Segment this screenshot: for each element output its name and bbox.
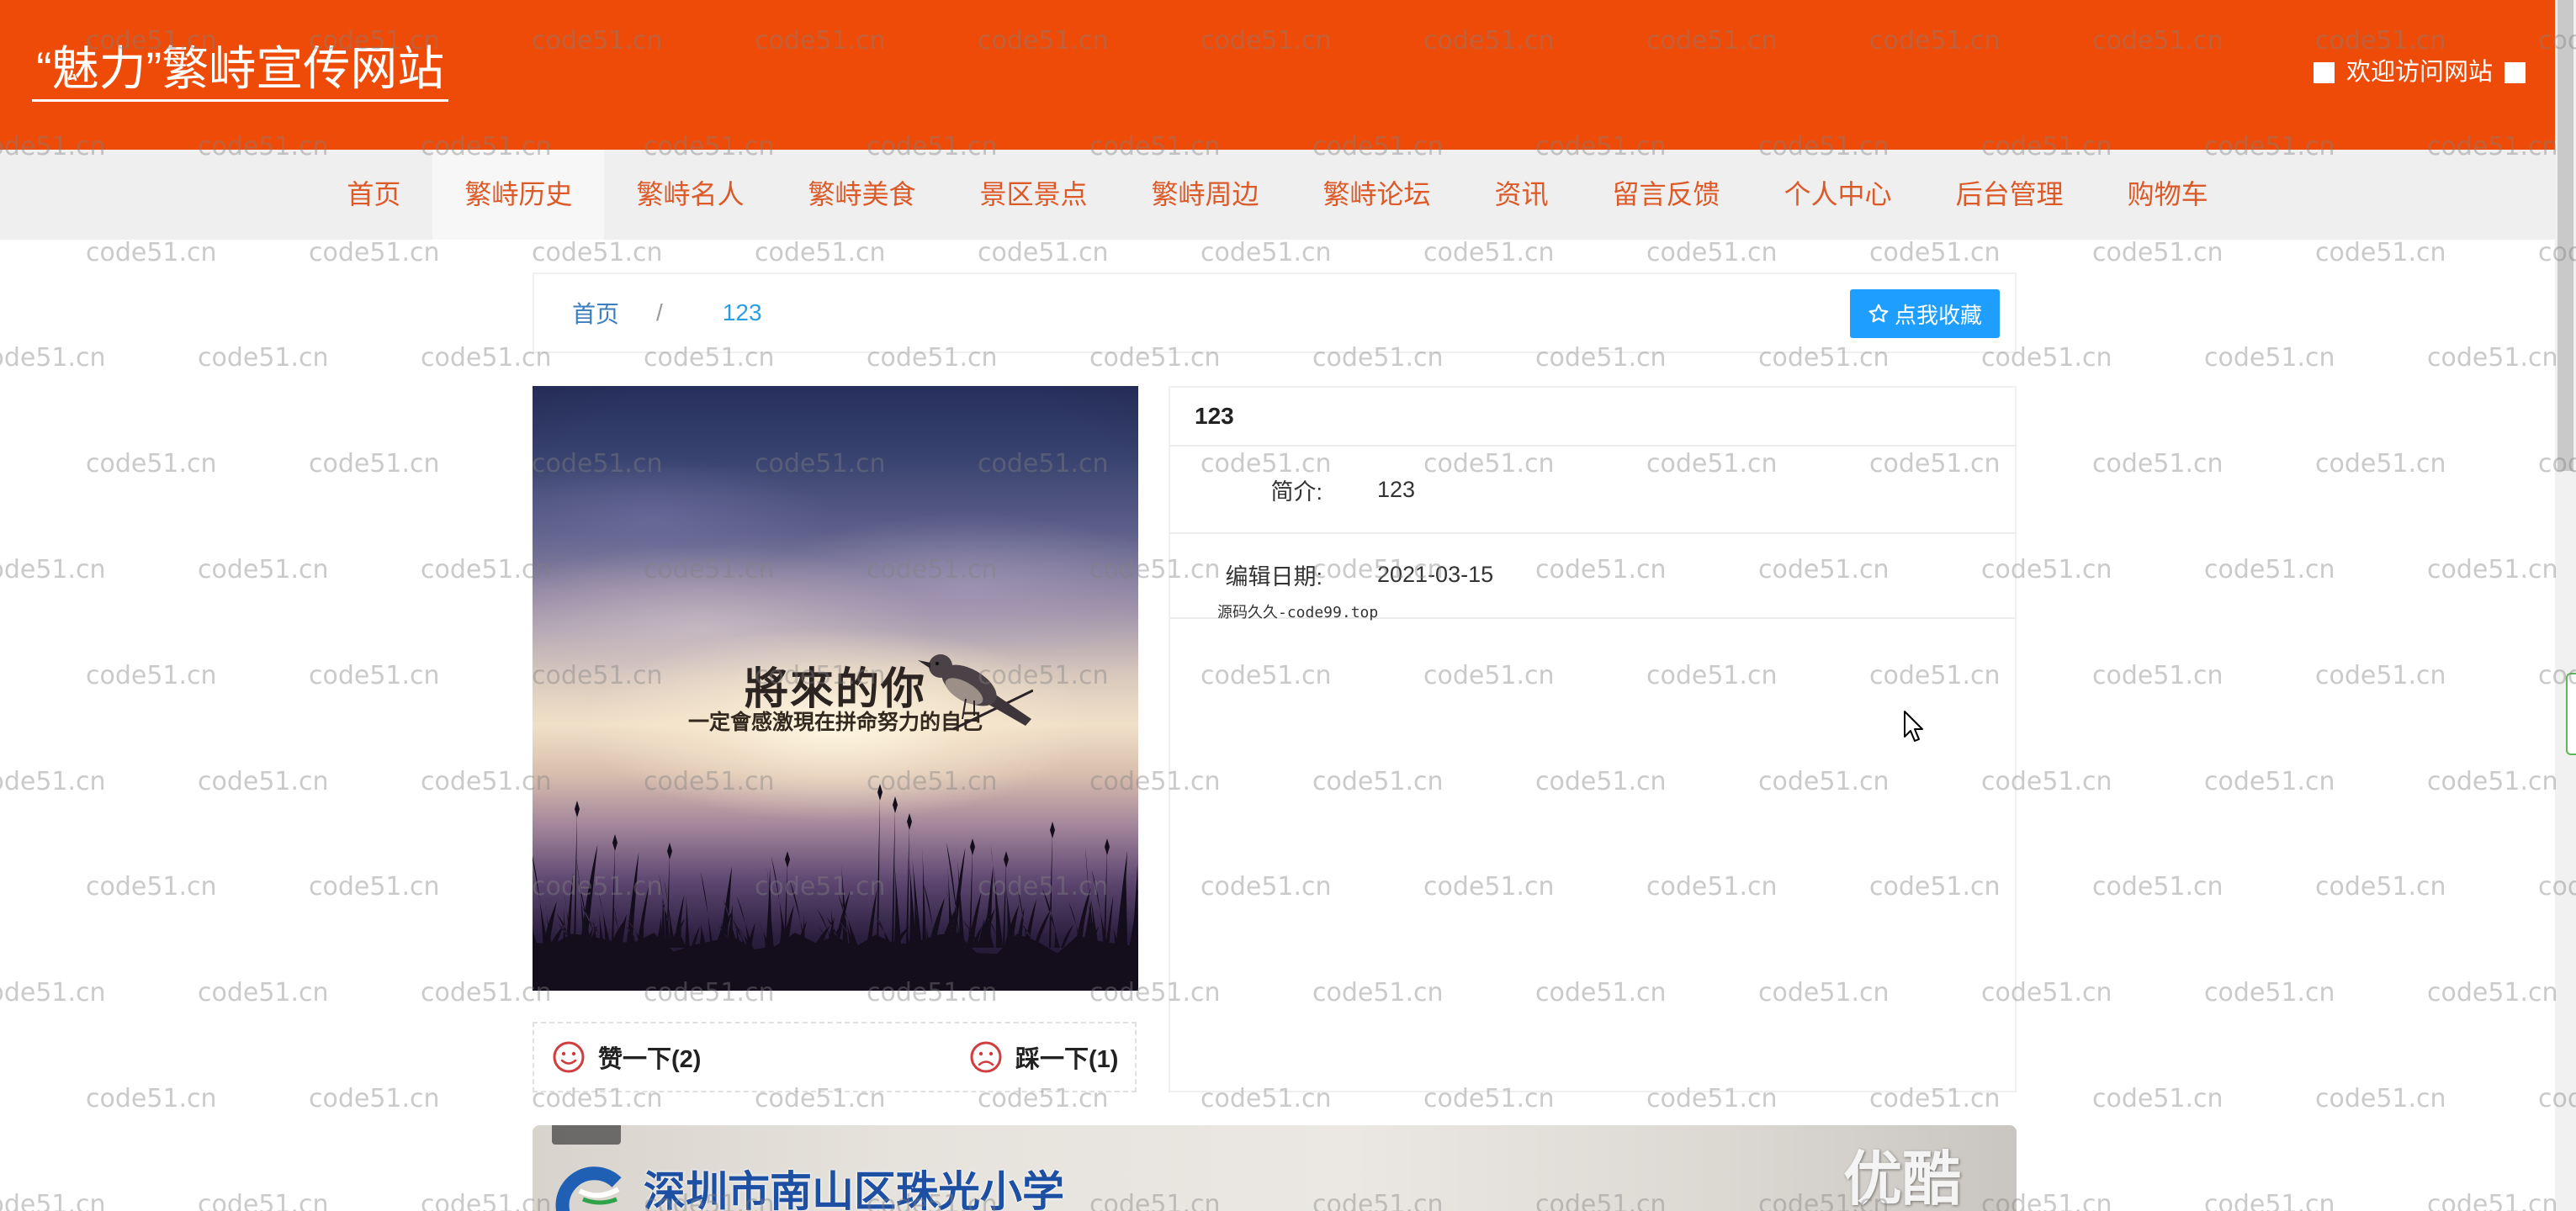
smile-icon <box>553 1041 585 1073</box>
watermark-text: code51.cn <box>0 1189 106 1211</box>
frown-icon <box>970 1041 1002 1073</box>
star-outline-icon <box>1868 304 1889 323</box>
page-scrollbar[interactable] <box>2555 0 2576 1211</box>
watermark-text: code51.cn <box>2092 237 2224 267</box>
source-note: 源码久久-code99.top <box>1217 604 1379 621</box>
breadcrumb: 首页 / 123 <box>572 274 762 352</box>
watermark-text: code51.cn <box>309 237 440 267</box>
field-label-intro: 简介: <box>1270 479 1322 505</box>
scrollbar-thumb[interactable] <box>2557 0 2573 471</box>
grass-silhouette <box>533 784 1138 991</box>
vote-bar: 赞一下(2) 踩一下(1) <box>533 1022 1137 1092</box>
watermark-text: code51.cn <box>198 555 329 584</box>
breadcrumb-separator: / <box>656 299 663 325</box>
favorite-button[interactable]: 点我收藏 <box>1850 289 2000 338</box>
watermark-text: code51.cn <box>2092 660 2224 690</box>
welcome-text: 欢迎访问网站 <box>2346 59 2494 86</box>
content-area: 首页 / 123 点我收藏 將來的你 一定會感激現在拼命努力的自己 赞一下(2)… <box>533 0 2017 1211</box>
mouse-cursor-icon <box>1904 711 1923 742</box>
watermark-text: code51.cn <box>2204 343 2335 373</box>
detail-info-panel: 123 简介: 123 编辑日期: 2021-03-15 源码久久-code99… <box>1169 386 2017 1092</box>
watermark-text: code51.cn <box>198 343 329 373</box>
watermark-text: code51.cn <box>2427 1189 2558 1211</box>
field-row-edit-date: 编辑日期: 2021-03-15 源码久久-code99.top <box>1170 534 2015 621</box>
detail-image: 將來的你 一定會感激現在拼命努力的自己 <box>533 386 1138 991</box>
watermark-text: code51.cn <box>0 555 106 584</box>
grass-silhouette-layer <box>533 784 1138 991</box>
watermark-text: code51.cn <box>0 343 106 373</box>
site-title[interactable]: “魅力”繁峙宣传网站 <box>32 45 449 102</box>
watermark-text: code51.cn <box>2315 237 2446 267</box>
watermark-text: code51.cn <box>309 1084 440 1113</box>
watermark-text: code51.cn <box>2315 660 2446 690</box>
watermark-text: code51.cn <box>198 1189 329 1211</box>
watermark-text: code51.cn <box>2427 766 2558 796</box>
watermark-text: code51.cn <box>86 237 217 267</box>
field-value-intro: 123 <box>1377 476 1416 502</box>
watermark-text: code51.cn <box>2427 978 2558 1008</box>
field-value-edit-date: 2021-03-15 <box>1377 561 1494 587</box>
watermark-text: code51.cn <box>2204 555 2335 584</box>
watermark-text: code51.cn <box>86 872 217 902</box>
breadcrumb-bar: 首页 / 123 点我收藏 <box>533 272 2017 353</box>
watermark-text: code51.cn <box>86 449 217 479</box>
watermark-text: code51.cn <box>2204 1189 2335 1211</box>
breadcrumb-home-link[interactable]: 首页 <box>572 296 619 330</box>
watermark-text: code51.cn <box>2092 872 2224 902</box>
watermark-text: code51.cn <box>2315 872 2446 902</box>
video-platform-logo: 优酷 <box>1843 1146 1961 1211</box>
watermark-text: code51.cn <box>2092 449 2224 479</box>
welcome-banner: 欢迎访问网站 <box>2314 60 2526 85</box>
watermark-text: code51.cn <box>2204 766 2335 796</box>
nav-item-cart[interactable]: 购物车 <box>2096 150 2240 240</box>
watermark-text: code51.cn <box>2092 1084 2224 1113</box>
favorite-button-label: 点我收藏 <box>1894 302 1982 328</box>
video-player[interactable]: 深圳市南山区珠光小学 优酷 <box>533 1125 2017 1211</box>
breadcrumb-current: 123 <box>722 299 762 325</box>
watermark-text: code51.cn <box>198 978 329 1008</box>
nav-item-home[interactable]: 首页 <box>315 150 432 240</box>
school-logo-icon <box>555 1166 622 1211</box>
dislike-button[interactable]: 踩一下(1) <box>969 1023 1118 1091</box>
watermark-text: code51.cn <box>2204 978 2335 1008</box>
field-row-intro: 简介: 123 <box>1170 447 2015 534</box>
watermark-text: code51.cn <box>2427 555 2558 584</box>
watermark-text: code51.cn <box>86 660 217 690</box>
watermark-text: code51.cn <box>198 766 329 796</box>
like-button[interactable]: 赞一下(2) <box>552 1023 701 1091</box>
watermark-text: code51.cn <box>2427 343 2558 373</box>
square-icon <box>2314 61 2335 83</box>
watermark-text: code51.cn <box>2315 449 2446 479</box>
watermark-text: code51.cn <box>309 872 440 902</box>
watermark-text: code51.cn <box>309 449 440 479</box>
watermark-text: code51.cn <box>2315 1084 2446 1113</box>
watermark-text: code51.cn <box>0 978 106 1008</box>
video-school-name: 深圳市南山区珠光小学 <box>644 1168 1064 1211</box>
detail-title: 123 <box>1170 388 2015 447</box>
side-floating-tab[interactable] <box>2566 673 2576 755</box>
like-label: 赞一下(2) <box>598 1046 702 1073</box>
watermark-text: code51.cn <box>86 1084 217 1113</box>
watermark-text: code51.cn <box>309 660 440 690</box>
dislike-label: 踩一下(1) <box>1015 1046 1119 1073</box>
watermark-text: code51.cn <box>0 766 106 796</box>
field-label-edit-date: 编辑日期: <box>1225 563 1322 590</box>
video-corner-badge <box>552 1125 621 1145</box>
square-icon <box>2504 61 2526 83</box>
